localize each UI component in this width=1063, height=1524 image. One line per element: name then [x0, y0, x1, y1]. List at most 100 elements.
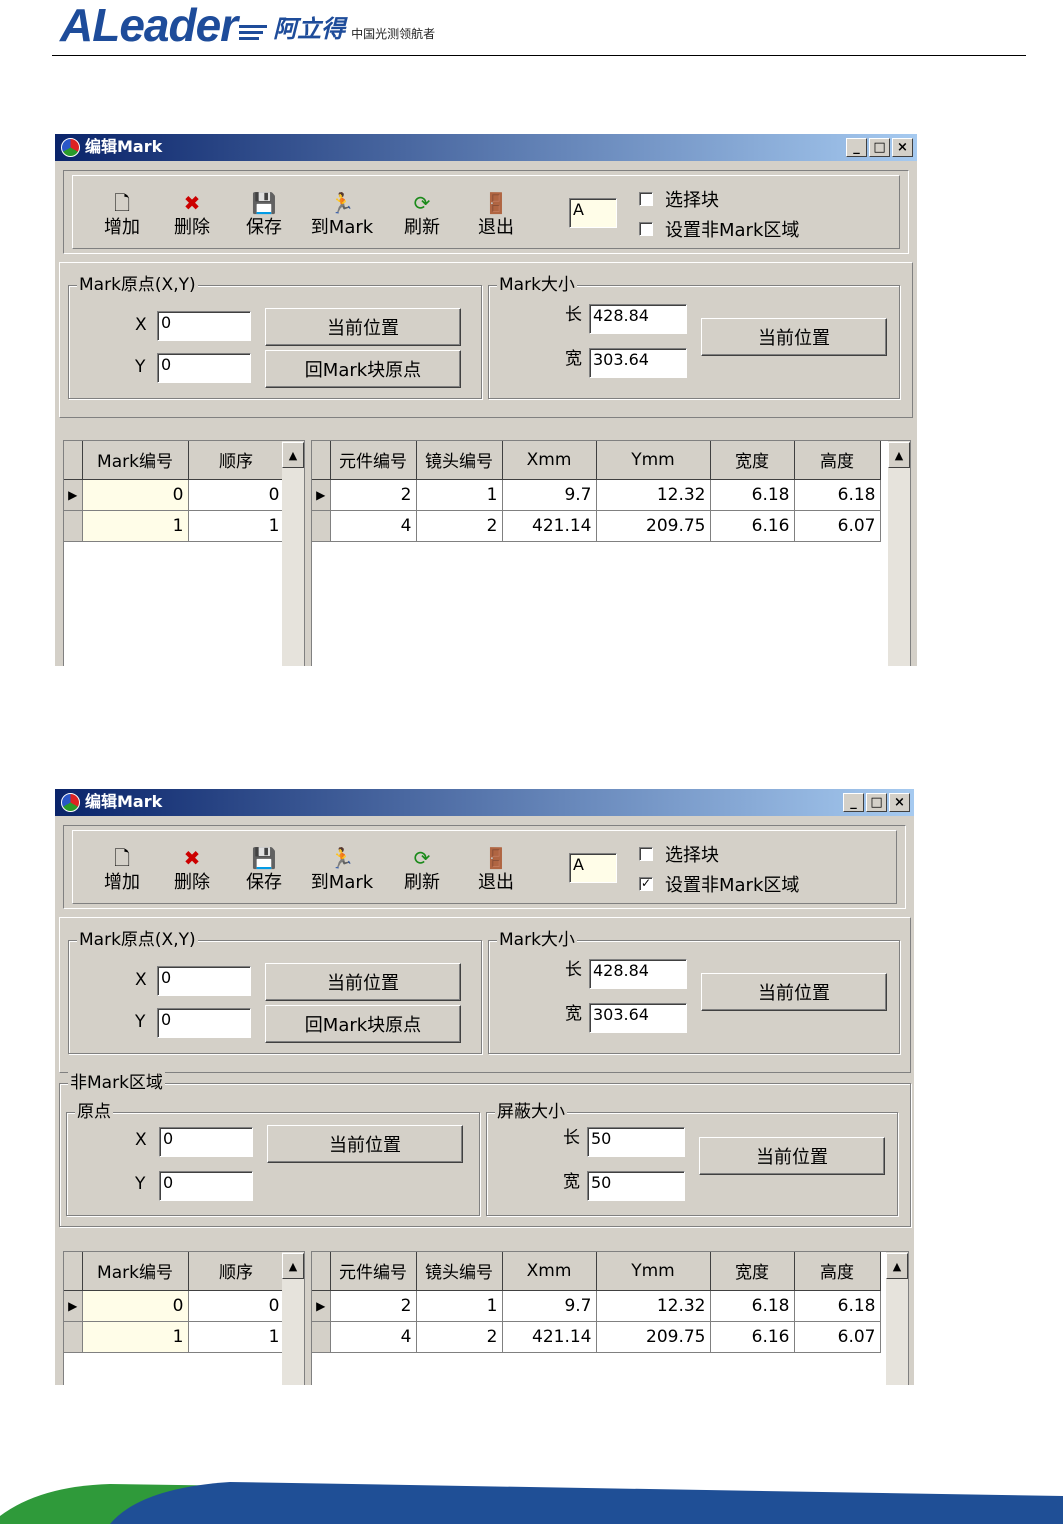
mark-width-input[interactable]: 303.64 [589, 1003, 687, 1033]
refresh-icon: ⟳ [413, 846, 431, 870]
shield-length-input[interactable]: 50 [587, 1127, 685, 1157]
delete-icon: ✖ [183, 191, 201, 215]
new-doc-icon: 🗋 [113, 191, 131, 215]
minimize-button[interactable]: _ [846, 138, 867, 157]
goto-mark-button[interactable]: 🏃 到Mark [307, 190, 377, 240]
checkmark-icon: ✓ [639, 876, 653, 891]
refresh-button[interactable]: ⟳ 刷新 [387, 845, 457, 895]
select-block-checkbox[interactable]: 选择块 [639, 841, 719, 867]
close-button[interactable]: × [892, 138, 913, 157]
add-button[interactable]: 🗋 增加 [87, 190, 157, 240]
set-non-mark-checkbox[interactable]: 设置非Mark区域 [639, 216, 799, 242]
row-indicator-icon: ▶ [64, 1290, 83, 1322]
mark-origin-group: Mark原点(X,Y) X 0 Y 0 当前位置 回Mark块原点 [68, 274, 482, 399]
exit-door-icon: 🚪 [483, 846, 509, 870]
non-mark-y-input[interactable]: 0 [159, 1171, 253, 1201]
origin-x-input[interactable]: 0 [157, 966, 251, 996]
app-icon [61, 793, 80, 812]
origin-y-input[interactable]: 0 [157, 1008, 251, 1038]
vertical-scrollbar[interactable]: ▲ [886, 1252, 908, 1385]
checkbox-box [639, 222, 653, 236]
goto-mark-button[interactable]: 🏃 到Mark [307, 845, 377, 895]
table-row[interactable]: ▶ 2 1 9.7 12.32 6.18 6.18 [312, 1290, 881, 1322]
run-man-icon: 🏃 [329, 846, 355, 870]
set-non-mark-checkbox[interactable]: ✓ 设置非Mark区域 [639, 871, 799, 897]
mark-length-input[interactable]: 428.84 [589, 304, 687, 334]
add-button[interactable]: 🗋 增加 [87, 845, 157, 895]
return-mark-origin-button[interactable]: 回Mark块原点 [265, 350, 461, 388]
exit-button[interactable]: 🚪 退出 [461, 845, 531, 895]
scroll-up-icon[interactable]: ▲ [282, 442, 304, 468]
toolbar: 🗋 增加 ✖ 删除 💾 保存 🏃 到Mark ⟳ 刷新 🚪 退出 A 选择块 设置非Mark… [63, 170, 909, 254]
vertical-scrollbar[interactable]: ▲ [282, 1252, 304, 1385]
row-indicator-icon: ▶ [312, 479, 331, 511]
footer-swoosh [0, 1482, 1063, 1524]
mark-params-panel: Mark原点(X,Y) X 0 Y 0 当前位置 回Mark块原点 Mark大小… [59, 262, 913, 418]
logo-slogan: 中国光测领航者 [351, 27, 436, 41]
non-mark-area-group: 非Mark区域 原点 X 0 Y 0 当前位置 屏蔽大小 长 50 宽 50 当… [59, 1072, 911, 1227]
mark-width-input[interactable]: 303.64 [589, 348, 687, 378]
exit-button[interactable]: 🚪 退出 [461, 190, 531, 240]
vertical-scrollbar[interactable]: ▲ [282, 441, 304, 666]
origin-current-position-button[interactable]: 当前位置 [265, 963, 461, 1001]
header-rule [52, 55, 1026, 56]
close-button[interactable]: × [889, 793, 910, 812]
delete-icon: ✖ [183, 846, 201, 870]
toolbar: 🗋 增加 ✖ 删除 💾 保存 🏃 到Mark ⟳ 刷新 🚪 退出 A 选择块 ✓ 设置非Mar… [63, 825, 906, 909]
save-icon: 💾 [251, 191, 277, 215]
select-block-checkbox[interactable]: 选择块 [639, 186, 719, 212]
table-row[interactable]: 11 [64, 510, 285, 542]
origin-current-position-button[interactable]: 当前位置 [265, 308, 461, 346]
size-current-position-button[interactable]: 当前位置 [701, 318, 887, 356]
minimize-button[interactable]: _ [843, 793, 864, 812]
maximize-button[interactable]: □ [869, 138, 890, 157]
component-grid[interactable]: 元件编号 镜头编号 Xmm Ymm 宽度 高度 ▶ 2 1 9.7 12.32 … [311, 440, 911, 666]
logo-chinese-name: 阿立得 [273, 14, 346, 43]
table-row[interactable]: ▶ 0 0 [64, 1290, 285, 1322]
save-button[interactable]: 💾 保存 [229, 190, 299, 240]
edit-mark-window: 编辑Mark _ □ × 🗋 增加 ✖ 删除 💾 保存 🏃 到Mark ⟳ 刷新 🚪 退出 … [55, 134, 917, 666]
window-titlebar[interactable]: 编辑Mark _ □ × [55, 134, 917, 161]
row-indicator-icon: ▶ [312, 1290, 331, 1322]
window-title: 编辑Mark [85, 137, 163, 156]
return-mark-origin-button[interactable]: 回Mark块原点 [265, 1005, 461, 1043]
shield-current-position-button[interactable]: 当前位置 [699, 1137, 885, 1175]
vertical-scrollbar[interactable]: ▲ [888, 441, 910, 666]
scroll-up-icon[interactable]: ▲ [886, 1253, 908, 1279]
table-row[interactable]: ▶ 0 0 [64, 479, 285, 511]
shield-size-group: 屏蔽大小 长 50 宽 50 当前位置 [486, 1101, 898, 1216]
block-input[interactable]: A [569, 198, 617, 228]
scroll-up-icon[interactable]: ▲ [888, 442, 910, 468]
origin-y-input[interactable]: 0 [157, 353, 251, 383]
save-button[interactable]: 💾 保存 [229, 845, 299, 895]
window-title: 编辑Mark [85, 792, 163, 811]
delete-button[interactable]: ✖ 删除 [157, 845, 227, 895]
mark-params-panel: Mark原点(X,Y) X 0 Y 0 当前位置 回Mark块原点 Mark大小… [59, 917, 911, 1073]
table-row[interactable]: ▶ 2 1 9.7 12.32 6.18 6.18 [312, 479, 881, 511]
table-row[interactable]: 4 2 421.14 209.75 6.16 6.07 [312, 510, 881, 542]
mark-length-input[interactable]: 428.84 [589, 959, 687, 989]
mark-list-grid[interactable]: Mark编号 顺序 ▶ 0 0 11 ▲ [63, 440, 305, 666]
delete-button[interactable]: ✖ 删除 [157, 190, 227, 240]
non-mark-origin-current-button[interactable]: 当前位置 [267, 1125, 463, 1163]
non-mark-x-input[interactable]: 0 [159, 1127, 253, 1157]
block-input[interactable]: A [569, 853, 617, 883]
mark-size-group: Mark大小 长 428.84 宽 303.64 当前位置 [488, 274, 900, 399]
run-man-icon: 🏃 [329, 191, 355, 215]
mark-list-grid[interactable]: Mark编号 顺序 ▶ 0 0 11 ▲ [63, 1251, 305, 1385]
checkbox-box [639, 847, 653, 861]
logo-text: ALeader [60, 0, 238, 51]
mark-origin-group: Mark原点(X,Y) X 0 Y 0 当前位置 回Mark块原点 [68, 929, 482, 1054]
company-logo: ALeader 阿立得 中国光测领航者 [60, 0, 435, 48]
refresh-button[interactable]: ⟳ 刷新 [387, 190, 457, 240]
origin-x-input[interactable]: 0 [157, 311, 251, 341]
shield-width-input[interactable]: 50 [587, 1171, 685, 1201]
maximize-button[interactable]: □ [866, 793, 887, 812]
component-grid[interactable]: 元件编号 镜头编号 Xmm Ymm 宽度 高度 ▶ 2 1 9.7 12.32 … [311, 1251, 909, 1385]
scroll-up-icon[interactable]: ▲ [282, 1253, 304, 1279]
window-titlebar[interactable]: 编辑Mark _ □ × [55, 789, 914, 816]
size-current-position-button[interactable]: 当前位置 [701, 973, 887, 1011]
table-row[interactable]: 11 [64, 1321, 285, 1353]
app-icon [61, 138, 80, 157]
table-row[interactable]: 4 2 421.14 209.75 6.16 6.07 [312, 1321, 881, 1353]
